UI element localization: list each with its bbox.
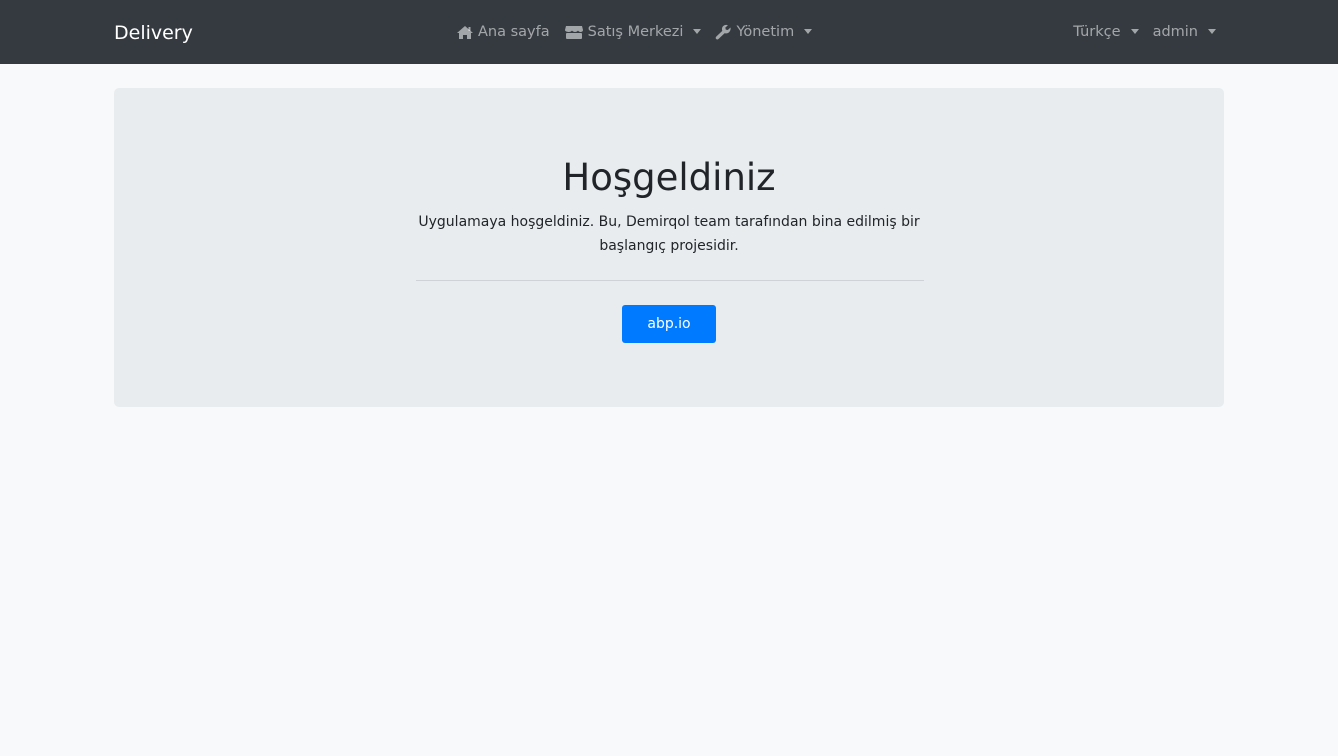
page-title: Hoşgeldiniz [562, 156, 776, 199]
abp-io-button[interactable]: abp.io [622, 305, 716, 343]
nav-item-sales-center[interactable]: Satış Merkezi [564, 24, 702, 40]
divider [416, 280, 924, 281]
nav-item-sales-center-label: Satış Merkezi [587, 24, 684, 40]
welcome-text: Uygulamaya hoşgeldiniz. Bu, Demirqol tea… [418, 214, 920, 254]
brand-link[interactable]: Delivery [114, 0, 193, 64]
chevron-down-icon [1208, 28, 1216, 34]
user-name: admin [1152, 24, 1198, 40]
user-dropdown[interactable]: admin [1153, 24, 1216, 40]
home-icon [456, 25, 474, 40]
chevron-down-icon [804, 28, 813, 34]
nav-item-home[interactable]: Ana sayfa [456, 24, 550, 40]
chevron-down-icon [1130, 28, 1139, 34]
main-menu: Ana sayfa Satış Merkezi Yönetim [456, 0, 813, 64]
top-navbar: Delivery Ana sayfa Satış Merkezi Yönetim… [0, 0, 1338, 64]
nav-item-administration-label: Yönetim [736, 24, 795, 40]
wrench-icon [715, 24, 732, 40]
nav-item-home-label: Ana sayfa [478, 24, 550, 40]
language-label: Türkçe [1073, 24, 1121, 40]
language-selector[interactable]: Türkçe [1073, 24, 1139, 40]
user-menu-area: Türkçe admin [1073, 0, 1216, 64]
nav-item-administration[interactable]: Yönetim [715, 24, 813, 40]
chevron-down-icon [693, 28, 702, 34]
store-icon [564, 25, 584, 40]
